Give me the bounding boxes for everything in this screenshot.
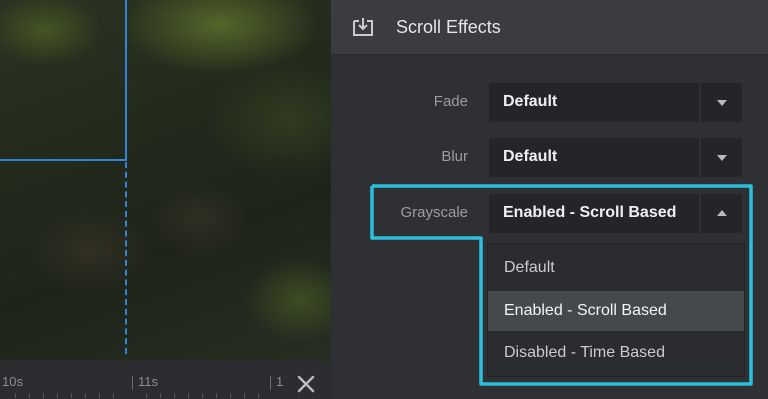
timeline-minor-tick (99, 393, 100, 398)
selected-element-outline[interactable] (0, 0, 127, 161)
timeline-minor-tick (230, 393, 231, 398)
dropdown-option-enabled-scroll-based[interactable]: Enabled - Scroll Based (488, 291, 744, 331)
timeline-minor-tick (258, 393, 259, 398)
grayscale-select-value: Enabled - Scroll Based (503, 204, 677, 221)
dropdown-option-default[interactable]: Default (488, 248, 744, 288)
scroll-effects-panel: Scroll Effects Fade Default Blur Default… (331, 0, 768, 399)
fade-select-value: Default (503, 93, 558, 110)
dropdown-option-label: Disabled - Time Based (504, 344, 665, 361)
dropdown-option-disabled-time-based[interactable]: Disabled - Time Based (488, 333, 744, 373)
fade-select[interactable]: Default (489, 83, 742, 122)
timeline-minor-tick (244, 393, 245, 398)
panel-title: Scroll Effects (396, 17, 501, 37)
fade-label: Fade (433, 93, 468, 110)
timeline-label-10s: 10s (2, 374, 23, 389)
timeline-minor-tick (85, 393, 86, 398)
grayscale-dropdown-list: Default Enabled - Scroll Based Disabled … (487, 243, 745, 377)
select-divider (699, 194, 701, 233)
close-icon (297, 375, 315, 393)
chevron-down-icon (717, 100, 727, 106)
timeline-minor-tick (216, 393, 217, 398)
chevron-down-icon (717, 155, 727, 161)
select-divider (699, 83, 701, 122)
timeline-minor-tick (202, 393, 203, 398)
timeline-minor-tick (29, 393, 30, 398)
grayscale-select[interactable]: Enabled - Scroll Based (489, 194, 742, 233)
timeline-minor-tick (15, 393, 16, 398)
grayscale-label: Grayscale (400, 204, 468, 221)
dropdown-option-label: Enabled - Scroll Based (504, 302, 667, 319)
timeline-minor-tick (43, 393, 44, 398)
timeline-minor-tick (188, 393, 189, 398)
dropdown-option-label: Default (504, 259, 555, 276)
close-button[interactable] (293, 371, 319, 397)
timeline-minor-tick (174, 393, 175, 398)
timeline-label-11s: 11s (138, 374, 158, 389)
timeline-minor-tick (146, 393, 147, 398)
timeline-minor-tick (113, 393, 114, 398)
timeline-ruler[interactable]: 10s 11s 1 (0, 360, 331, 399)
timeline-major-tick (270, 376, 271, 390)
select-divider (699, 138, 701, 177)
element-guide-line (125, 162, 127, 354)
timeline-major-tick (132, 376, 133, 390)
blur-select-value: Default (503, 148, 558, 165)
panel-header[interactable]: Scroll Effects (331, 0, 768, 55)
timeline-minor-tick (160, 393, 161, 398)
timeline-label-12s: 1 (276, 374, 284, 389)
download-box-icon (353, 18, 373, 36)
blur-select[interactable]: Default (489, 138, 742, 177)
preview-canvas: 10s 11s 1 (0, 0, 331, 399)
timeline-minor-tick (71, 393, 72, 398)
chevron-up-icon (717, 210, 727, 216)
timeline-minor-tick (57, 393, 58, 398)
blur-label: Blur (441, 148, 468, 165)
